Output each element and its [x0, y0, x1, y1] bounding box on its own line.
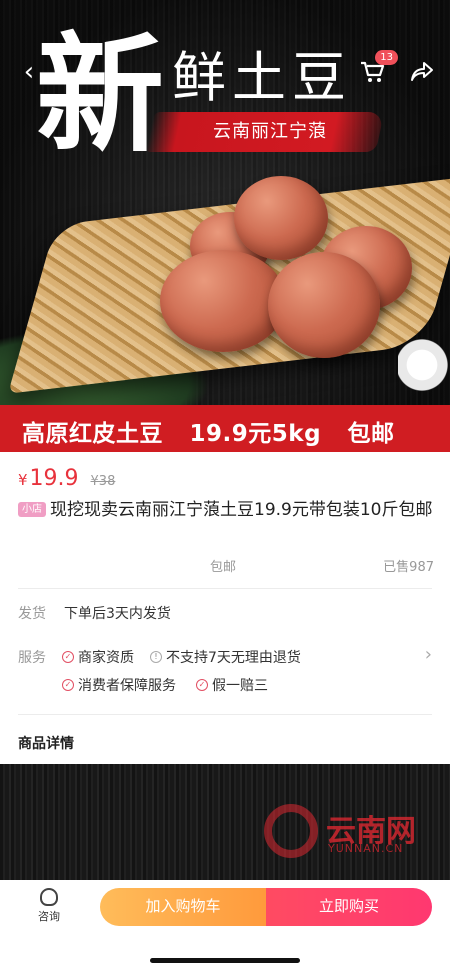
- check-icon: ✓: [196, 679, 208, 691]
- original-price: ¥38: [90, 474, 116, 489]
- banner-shipping: 包邮: [347, 421, 395, 447]
- hero-big-character: 新: [36, 20, 165, 170]
- meta-row: 包邮 已售987: [18, 556, 434, 576]
- service-item: ✓ 假一赔三: [196, 675, 268, 695]
- potato: [268, 252, 380, 358]
- divider: [18, 588, 432, 589]
- service-item-label: 商家资质: [78, 650, 134, 666]
- product-title-text: 现挖现卖云南丽江宁蒗土豆19.9元带包装10斤包邮: [50, 500, 433, 520]
- service-item-label: 不支持7天无理由退货: [166, 650, 301, 666]
- current-price: 19.9: [29, 466, 79, 491]
- add-to-cart-button[interactable]: 加入购物车: [100, 888, 266, 926]
- delivery-label: 发货: [18, 606, 46, 622]
- info-icon: !: [150, 651, 162, 663]
- banner-text: 高原红皮土豆 19.9元5kg 包邮: [22, 414, 413, 448]
- banner-price: 19.9元5kg: [189, 421, 322, 447]
- shipping-fee: 包邮: [210, 560, 237, 575]
- service-item-label: 假一赔三: [212, 678, 268, 694]
- service-item: ✓ 消费者保障服务: [62, 675, 176, 695]
- shop-tag: 小店: [18, 502, 46, 517]
- check-icon: ✓: [62, 679, 74, 691]
- check-icon: ✓: [62, 651, 74, 663]
- back-button[interactable]: ‹: [14, 52, 44, 92]
- details-heading: 商品详情: [18, 736, 74, 752]
- divider: [18, 714, 432, 715]
- banner-product: 高原红皮土豆: [22, 421, 163, 447]
- service-item: ! 不支持7天无理由退货: [150, 647, 301, 667]
- sold-count: 已售987: [383, 560, 434, 575]
- cart-button[interactable]: 13: [354, 50, 398, 92]
- hero-title: 鲜土豆: [172, 46, 352, 109]
- service-item: ✓ 商家资质: [62, 647, 134, 667]
- consult-label: 咨询: [38, 910, 60, 923]
- watermark-subtext: YUNNAN.CN: [328, 842, 404, 855]
- share-button[interactable]: [406, 52, 438, 92]
- currency-symbol: ¥: [18, 471, 28, 489]
- potato: [234, 176, 328, 260]
- flower-decoration: [398, 330, 450, 400]
- service-label: 服务: [18, 650, 46, 666]
- service-item-label: 消费者保障服务: [78, 678, 176, 694]
- product-title: 小店 现挖现卖云南丽江宁蒗土豆19.9元带包装10斤包邮: [18, 498, 438, 522]
- delivery-text: 下单后3天内发货: [64, 606, 171, 622]
- watermark-logo: [264, 804, 318, 858]
- chevron-left-icon: ‹: [23, 57, 35, 87]
- headset-icon: [40, 888, 58, 906]
- cart-count-badge: 13: [375, 50, 398, 65]
- home-indicator: [150, 958, 300, 963]
- hero-promo-banner: 高原红皮土豆 19.9元5kg 包邮: [0, 405, 450, 452]
- buy-now-button[interactable]: 立即购买: [266, 888, 432, 926]
- price-row: ¥ 19.9 ¥38: [18, 466, 115, 496]
- share-icon: [411, 62, 433, 81]
- chevron-right-icon: ›: [424, 644, 432, 665]
- product-page: 新 鲜土豆 云南丽江宁蒗 高原红皮土豆 19.9元5kg 包邮 ‹ 13 ¥ 1…: [0, 0, 450, 972]
- hero-region: 云南丽江宁蒗: [213, 121, 327, 142]
- consult-button[interactable]: 咨询: [32, 888, 66, 924]
